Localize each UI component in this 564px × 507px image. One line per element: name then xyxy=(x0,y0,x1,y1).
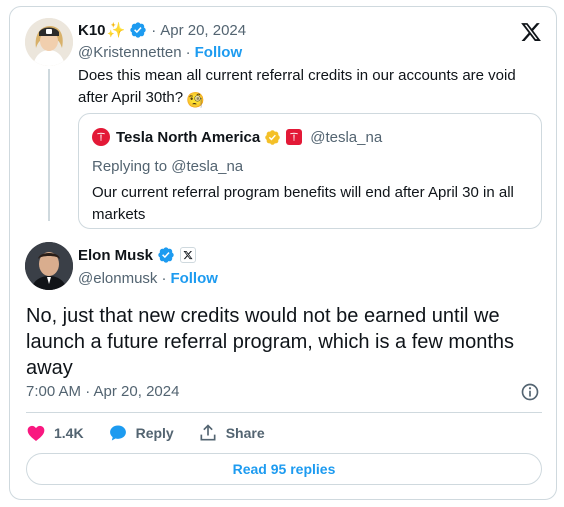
tweet-actions: 1.4K Reply Share xyxy=(26,423,289,443)
parent-tweet-body: Does this mean all current referral cred… xyxy=(78,67,516,106)
tesla-avatar xyxy=(92,128,110,146)
quoted-author-name[interactable]: Tesla North America xyxy=(116,129,260,146)
gold-verified-badge-icon xyxy=(265,129,280,145)
main-handle-row: @elonmusk · Follow xyxy=(78,268,218,288)
parent-handle[interactable]: @Kristennetten xyxy=(78,44,182,61)
sparkle-emoji: ✨ xyxy=(106,22,126,39)
verified-badge-icon xyxy=(158,247,174,263)
reply-label: Reply xyxy=(135,425,174,441)
quoted-author-row: Tesla North America @tesla_na xyxy=(92,127,382,147)
quoted-replying-to: Replying to @tesla_na xyxy=(92,158,244,175)
avatar-elonmusk[interactable] xyxy=(25,242,73,290)
share-button[interactable]: Share xyxy=(198,423,265,443)
share-label: Share xyxy=(225,425,265,441)
main-author-name[interactable]: Elon Musk xyxy=(78,247,153,264)
like-button[interactable]: 1.4K xyxy=(26,423,84,443)
main-timestamp[interactable]: 7:00 AM · Apr 20, 2024 xyxy=(26,383,179,400)
reply-button[interactable]: Reply xyxy=(108,423,174,443)
info-icon[interactable] xyxy=(520,382,540,402)
embedded-tweet-card: K10 ✨ · Apr 20, 2024 @Kristennetten · Fo… xyxy=(9,6,557,500)
follow-main-button[interactable]: Follow xyxy=(170,270,218,287)
speech-bubble-icon xyxy=(109,425,126,441)
heart-icon xyxy=(27,425,45,441)
thread-connector-line xyxy=(48,69,50,221)
monocle-face-emoji: 🧐 xyxy=(186,92,205,109)
main-author-row: Elon Musk xyxy=(78,245,197,265)
tesla-logo-icon xyxy=(97,132,105,141)
separator-dot: · xyxy=(185,43,191,61)
like-count: 1.4K xyxy=(54,425,84,441)
separator-dot: · xyxy=(151,21,157,39)
parent-author-row: K10 ✨ · Apr 20, 2024 xyxy=(78,20,246,40)
divider xyxy=(26,412,542,413)
separator-dot: · xyxy=(161,269,167,287)
parent-date[interactable]: Apr 20, 2024 xyxy=(160,22,246,39)
x-logo-icon[interactable] xyxy=(520,21,542,43)
avatar-kristennetten[interactable] xyxy=(25,18,73,66)
read-replies-button[interactable]: Read 95 replies xyxy=(26,453,542,485)
x-affiliate-badge-icon xyxy=(180,247,197,263)
tesla-affiliate-badge-icon xyxy=(286,129,303,145)
main-tweet-text: No, just that new credits would not be e… xyxy=(26,305,514,379)
quoted-tweet-text: Our current referral program benefits wi… xyxy=(92,184,514,223)
main-handle[interactable]: @elonmusk xyxy=(78,270,157,287)
follow-parent-button[interactable]: Follow xyxy=(195,44,243,61)
quoted-tweet[interactable]: Tesla North America @tesla_na Replying t… xyxy=(78,113,542,229)
parent-handle-row: @Kristennetten · Follow xyxy=(78,42,242,62)
share-icon xyxy=(200,424,216,441)
parent-author-name[interactable]: K10 xyxy=(78,22,106,39)
quoted-handle[interactable]: @tesla_na xyxy=(310,129,382,146)
parent-tweet-text: Does this mean all current referral cred… xyxy=(78,65,538,109)
verified-badge-icon xyxy=(130,22,146,38)
